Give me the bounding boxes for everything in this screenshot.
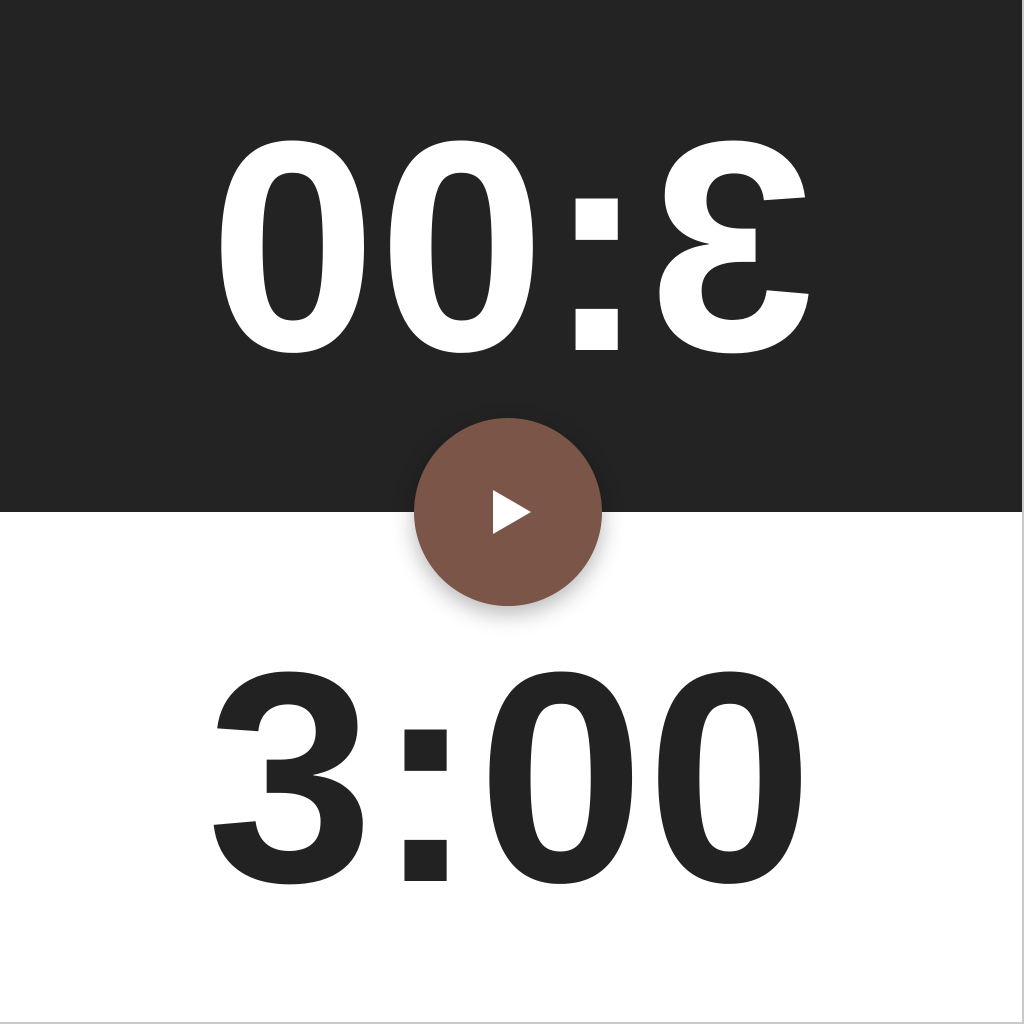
play-button[interactable] — [414, 418, 602, 606]
top-player-time-display: 3:00 — [206, 78, 816, 414]
chess-clock-app: 3:00 3:00 — [0, 0, 1024, 1024]
play-icon — [493, 490, 531, 534]
bottom-player-time-display: 3:00 — [206, 609, 816, 945]
